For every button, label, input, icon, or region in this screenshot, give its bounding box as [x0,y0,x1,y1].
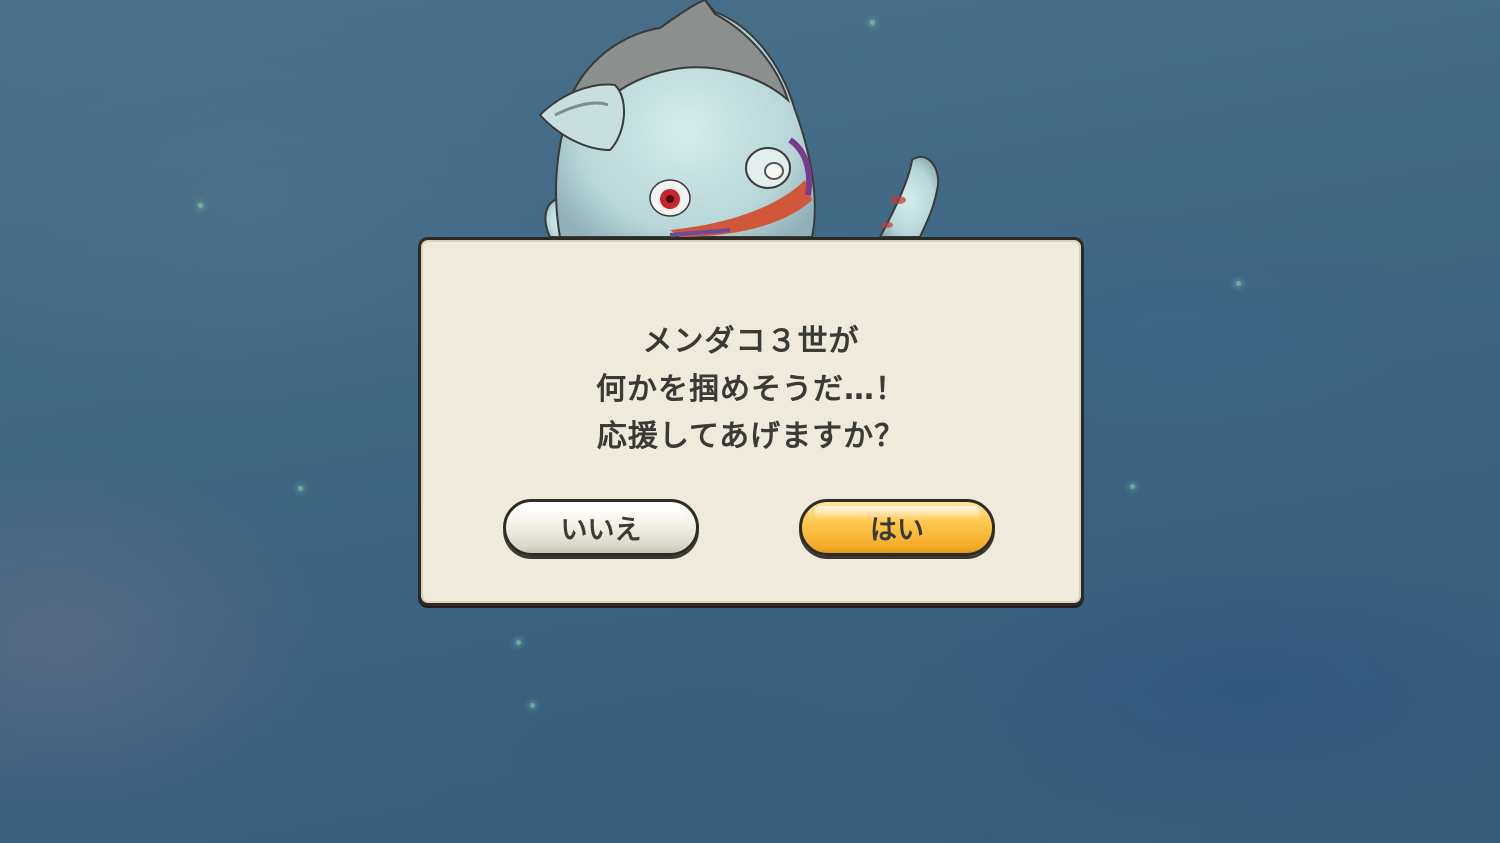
no-button[interactable]: いいえ [503,499,699,556]
sparkle [198,203,203,208]
confirm-dialog: メンダコ３世が 何かを掴めそうだ…！ 応援してあげますか？ いいえ はい [418,237,1084,606]
yes-button-label: はい [870,515,924,546]
sparkle [530,703,535,708]
dialog-message-line-2: 何かを掴めそうだ…！ [596,372,906,407]
sparkle [298,486,303,491]
sparkle [516,640,521,645]
menndako-character-illustration [538,0,940,238]
dialog-message-line-3: 応援してあげますか？ [596,419,906,454]
yes-button[interactable]: はい [799,499,995,556]
no-button-label: いいえ [560,515,642,546]
sparkle [1236,281,1241,286]
sparkle [1130,484,1135,489]
dialog-message-line-1: メンダコ３世が [642,324,860,359]
